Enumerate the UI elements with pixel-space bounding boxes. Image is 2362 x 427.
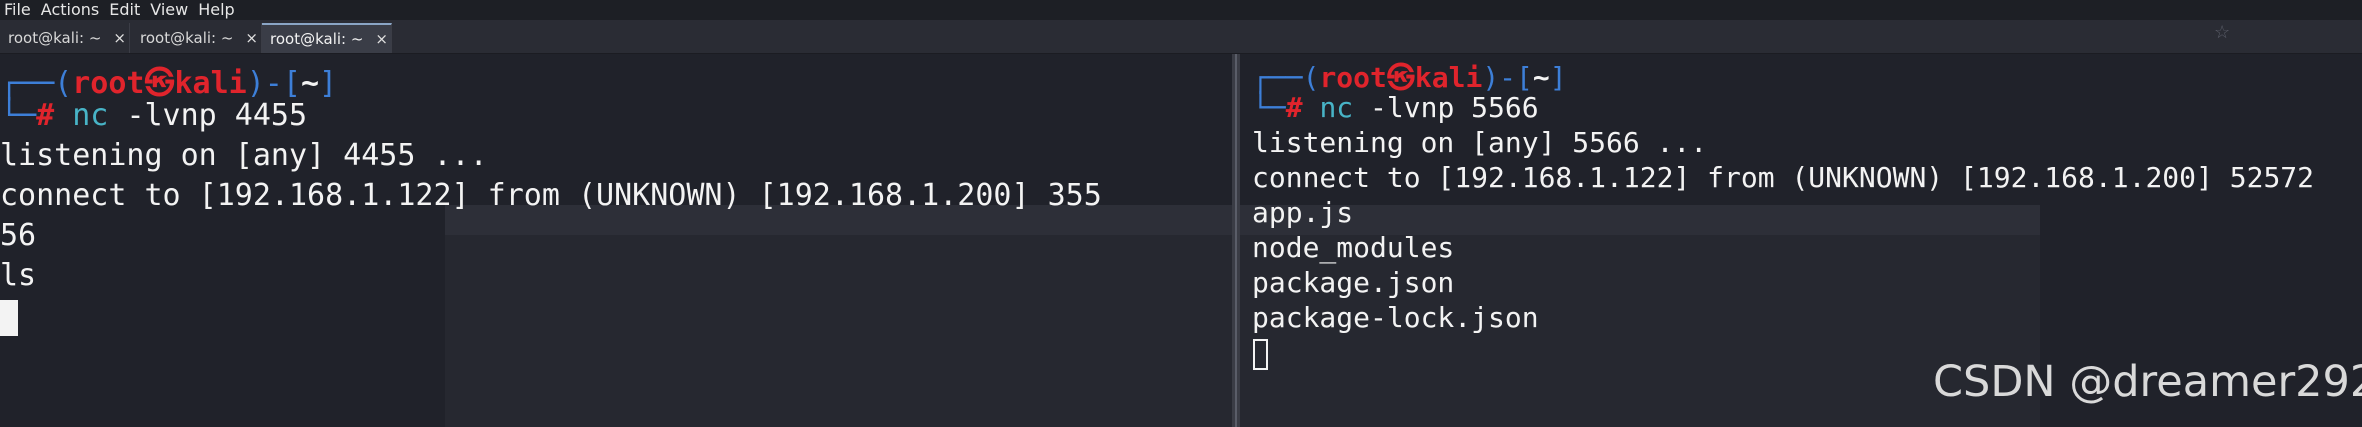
watermark: CSDN @dreamer292 <box>1933 357 2362 407</box>
text-cursor <box>1253 339 1268 370</box>
prompt-host: kali <box>1414 61 1483 94</box>
menu-bar: File Actions Edit View Help <box>0 0 2362 20</box>
output-line: package-lock.json <box>1252 301 1539 334</box>
close-icon[interactable]: × <box>113 29 126 47</box>
tab-terminal-1[interactable]: root@kali: ~ × <box>0 23 130 53</box>
output-line: ls <box>0 258 37 293</box>
kali-logo-icon: ㉿ <box>144 66 175 101</box>
output-line: 56 <box>0 218 37 253</box>
tab-bar: root@kali: ~ × root@kali: ~ × root@kali:… <box>0 20 2362 54</box>
prompt-user: root <box>1319 61 1387 94</box>
menu-help[interactable]: Help <box>194 0 240 20</box>
bookmark-star-icon: ☆ <box>2214 22 2231 42</box>
tab-label: root@kali: ~ <box>8 29 102 47</box>
output-line: app.js <box>1252 196 1354 229</box>
tab-terminal-2[interactable]: root@kali: ~ × <box>132 23 262 53</box>
output-line: node_modules <box>1252 231 1455 264</box>
output-line: connect to [192.168.1.122] from (UNKNOWN… <box>1252 161 2315 194</box>
output-line: listening on [any] 5566 ... <box>1252 126 1708 159</box>
prompt-host: kali <box>174 66 247 101</box>
close-icon[interactable]: × <box>375 30 388 48</box>
prompt-line-2: └─# nc -lvnp 5566 <box>1252 91 1539 124</box>
prompt-dir: ~ <box>1532 61 1550 94</box>
menu-view[interactable]: View <box>146 0 194 20</box>
prompt-line-1: ┌──(root㉿kali)-[~] <box>0 66 338 101</box>
tab-label: root@kali: ~ <box>270 30 364 48</box>
menu-actions[interactable]: Actions <box>37 0 105 20</box>
output-line: listening on [any] 4455 ... <box>0 138 488 173</box>
command-args: -lvnp 4455 <box>126 98 308 133</box>
command-name: nc <box>1319 91 1354 124</box>
pane-splitter[interactable] <box>1232 54 1240 427</box>
command-name: nc <box>72 98 109 133</box>
prompt-user: root <box>72 66 145 101</box>
command-args: -lvnp 5566 <box>1370 91 1539 124</box>
tab-label: root@kali: ~ <box>140 29 234 47</box>
tab-terminal-3[interactable]: root@kali: ~ × <box>262 23 392 53</box>
prompt-dir: ~ <box>300 66 319 101</box>
close-icon[interactable]: × <box>245 29 258 47</box>
prompt-line-1: ┌──(root㉿kali)-[~] <box>1252 61 1567 94</box>
text-cursor <box>0 300 18 336</box>
prompt-line-2: └─# nc -lvnp 4455 <box>0 98 308 133</box>
output-line: connect to [192.168.1.122] from (UNKNOWN… <box>0 178 1102 213</box>
menu-file[interactable]: File <box>0 0 37 20</box>
menu-edit[interactable]: Edit <box>105 0 146 20</box>
kali-logo-icon: ㉿ <box>1386 61 1415 94</box>
terminal-left-output: ┌──(root㉿kali)-[~] └─# nc -lvnp 4455 lis… <box>0 54 1232 427</box>
output-line: package.json <box>1252 266 1455 299</box>
